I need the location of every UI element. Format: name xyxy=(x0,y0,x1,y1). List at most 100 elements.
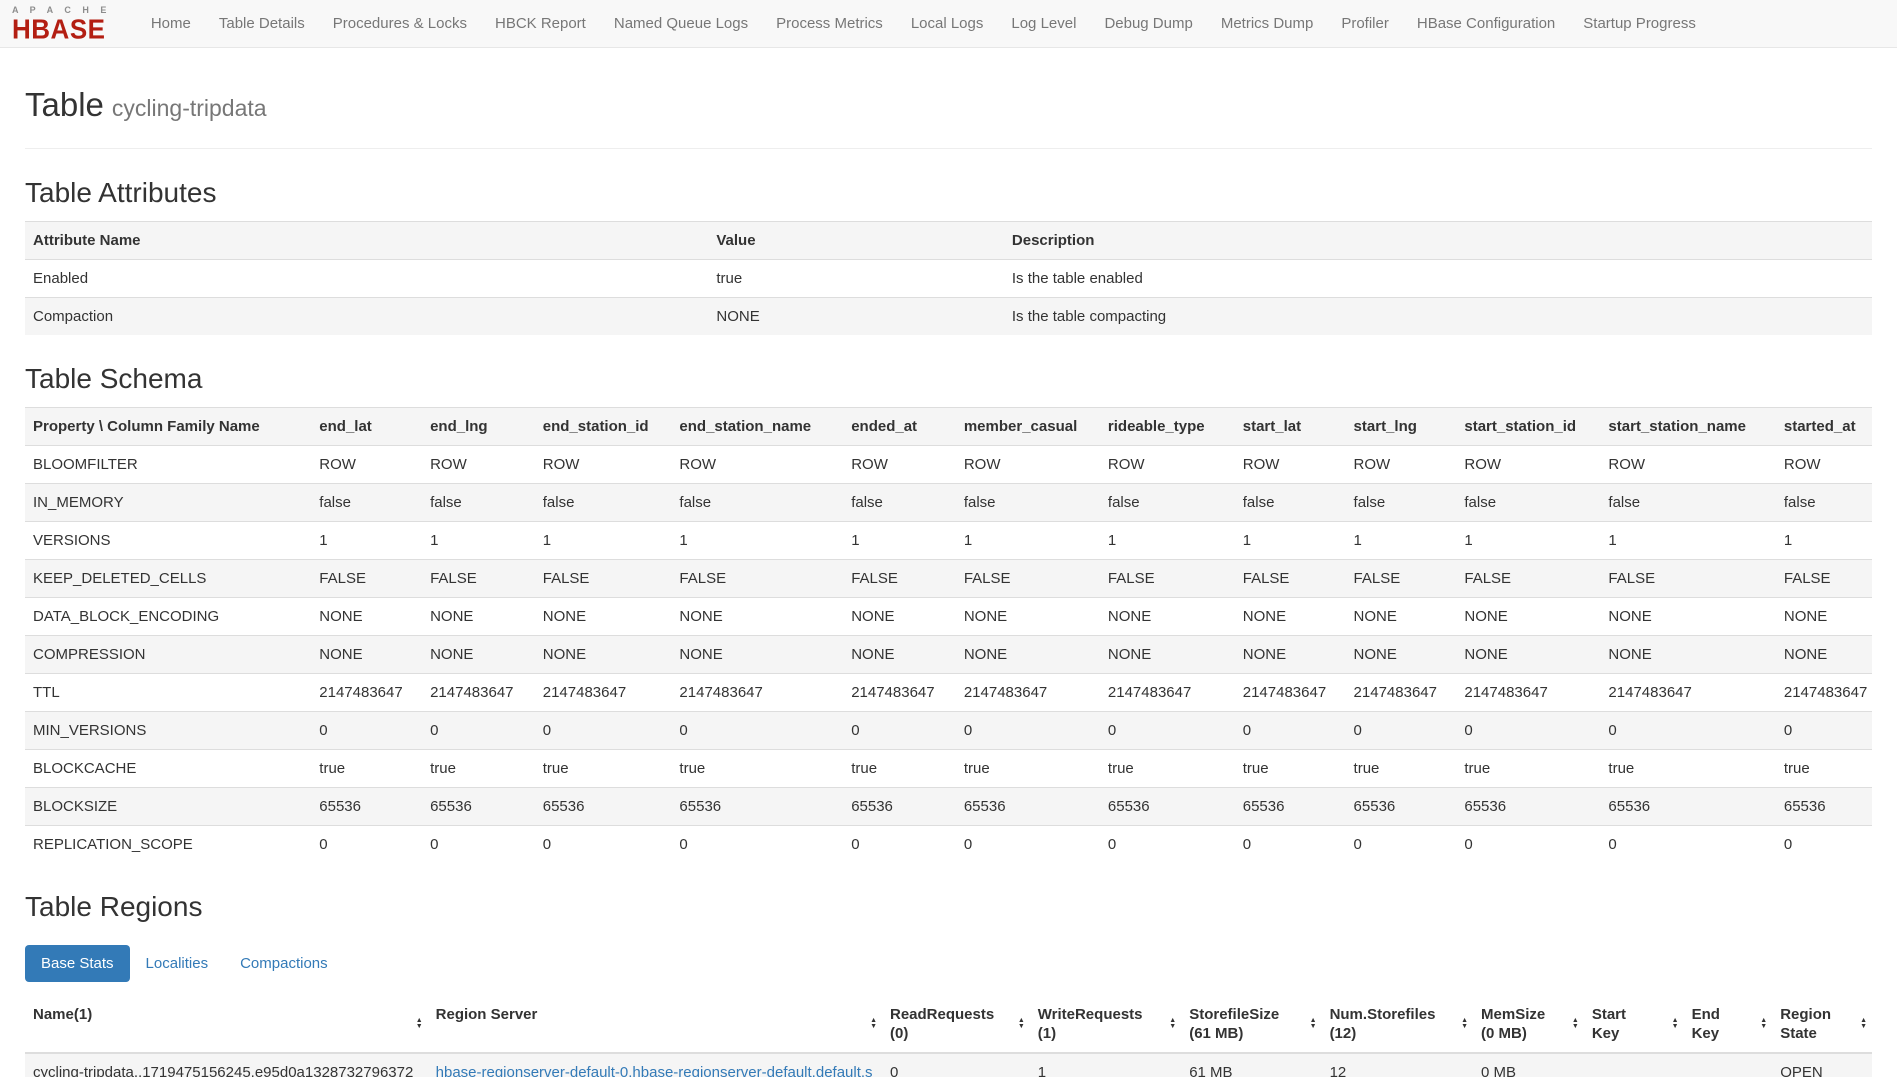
region-num-storefiles: 12 xyxy=(1322,1053,1473,1077)
regions-header-row: Name(1)▲▼Region Server▲▼ReadRequests (0)… xyxy=(25,996,1872,1053)
column-family-header: start_station_name xyxy=(1600,408,1775,446)
regions-column-header[interactable]: Start Key▲▼ xyxy=(1584,996,1684,1053)
nav-item-metrics-dump[interactable]: Metrics Dump xyxy=(1207,0,1328,48)
column-family-header: rideable_type xyxy=(1100,408,1235,446)
nav-item-debug-dump[interactable]: Debug Dump xyxy=(1090,0,1206,48)
schema-property-value: true xyxy=(843,750,956,788)
schema-property-value: 1 xyxy=(311,522,422,560)
schema-property-value: NONE xyxy=(956,598,1100,636)
region-row: cycling-tripdata,,1719475156245.e95d0a13… xyxy=(25,1053,1872,1077)
regions-column-header[interactable]: WriteRequests (1)▲▼ xyxy=(1030,996,1181,1053)
schema-property-value: true xyxy=(956,750,1100,788)
schema-property-value: false xyxy=(843,484,956,522)
attributes-column-header: Description xyxy=(1004,222,1872,260)
schema-property-value: 2147483647 xyxy=(1456,674,1600,712)
schema-property-value: 2147483647 xyxy=(671,674,843,712)
sort-icon[interactable]: ▲▼ xyxy=(1461,1018,1468,1030)
column-family-header: member_casual xyxy=(956,408,1100,446)
region-start-key xyxy=(1584,1053,1684,1077)
schema-property-value: 0 xyxy=(1600,826,1775,864)
schema-property-value: 2147483647 xyxy=(1346,674,1457,712)
sort-down-arrow: ▼ xyxy=(1572,1024,1579,1030)
sort-icon[interactable]: ▲▼ xyxy=(1018,1018,1025,1030)
sort-icon[interactable]: ▲▼ xyxy=(1169,1018,1176,1030)
schema-property-value: ROW xyxy=(1100,446,1235,484)
nav-menu: HomeTable DetailsProcedures & LocksHBCK … xyxy=(137,0,1710,48)
regions-column-header[interactable]: End Key▲▼ xyxy=(1684,996,1773,1053)
schema-corner-header: Property \ Column Family Name xyxy=(25,408,311,446)
schema-property-value: 1 xyxy=(535,522,672,560)
regions-column-header[interactable]: MemSize (0 MB)▲▼ xyxy=(1473,996,1584,1053)
schema-property-name: VERSIONS xyxy=(25,522,311,560)
schema-property-value: ROW xyxy=(1456,446,1600,484)
schema-property-value: 65536 xyxy=(1456,788,1600,826)
region-name: cycling-tripdata,,1719475156245.e95d0a13… xyxy=(25,1053,428,1077)
schema-property-value: 2147483647 xyxy=(535,674,672,712)
sort-icon[interactable]: ▲▼ xyxy=(870,1018,877,1030)
nav-item-named-queue-logs[interactable]: Named Queue Logs xyxy=(600,0,762,48)
region-server-link[interactable]: hbase-regionserver-default-0.hbase-regio… xyxy=(436,1064,873,1077)
sort-icon[interactable]: ▲▼ xyxy=(1310,1018,1317,1030)
schema-property-value: NONE xyxy=(1776,636,1872,674)
table-row: IN_MEMORYfalsefalsefalsefalsefalsefalsef… xyxy=(25,484,1872,522)
schema-property-value: FALSE xyxy=(1100,560,1235,598)
schema-property-value: true xyxy=(1346,750,1457,788)
region-state: OPEN xyxy=(1772,1053,1872,1077)
schema-property-value: FALSE xyxy=(956,560,1100,598)
schema-property-name: BLOOMFILTER xyxy=(25,446,311,484)
regions-column-header[interactable]: ReadRequests (0)▲▼ xyxy=(882,996,1030,1053)
schema-property-value: ROW xyxy=(956,446,1100,484)
schema-property-value: NONE xyxy=(843,636,956,674)
nav-item-hbase-configuration[interactable]: HBase Configuration xyxy=(1403,0,1569,48)
sort-icon[interactable]: ▲▼ xyxy=(1760,1018,1767,1030)
schema-property-value: 0 xyxy=(956,826,1100,864)
sort-icon[interactable]: ▲▼ xyxy=(416,1018,423,1030)
table-row: BLOCKSIZE6553665536655366553665536655366… xyxy=(25,788,1872,826)
regions-heading: Table Regions xyxy=(25,891,1872,923)
nav-item-profiler[interactable]: Profiler xyxy=(1327,0,1403,48)
column-family-header: started_at xyxy=(1776,408,1872,446)
schema-property-value: 65536 xyxy=(1346,788,1457,826)
schema-property-value: 0 xyxy=(843,712,956,750)
regions-column-header[interactable]: Num.Storefiles (12)▲▼ xyxy=(1322,996,1473,1053)
attributes-column-header: Attribute Name xyxy=(25,222,708,260)
regions-column-header[interactable]: Region Server▲▼ xyxy=(428,996,882,1053)
nav-item-startup-progress[interactable]: Startup Progress xyxy=(1569,0,1710,48)
nav-item-local-logs[interactable]: Local Logs xyxy=(897,0,998,48)
sort-down-arrow: ▼ xyxy=(1018,1024,1025,1030)
nav-item-home[interactable]: Home xyxy=(137,0,205,48)
schema-property-name: REPLICATION_SCOPE xyxy=(25,826,311,864)
nav-item-log-level[interactable]: Log Level xyxy=(997,0,1090,48)
regions-column-header[interactable]: StorefileSize (61 MB)▲▼ xyxy=(1181,996,1321,1053)
schema-property-value: FALSE xyxy=(1235,560,1346,598)
attribute-cell: Enabled xyxy=(25,260,708,298)
nav-item-process-metrics[interactable]: Process Metrics xyxy=(762,0,897,48)
sort-icon[interactable]: ▲▼ xyxy=(1572,1018,1579,1030)
schema-property-value: NONE xyxy=(1600,598,1775,636)
sort-icon[interactable]: ▲▼ xyxy=(1672,1018,1679,1030)
schema-property-value: true xyxy=(311,750,422,788)
schema-property-value: NONE xyxy=(671,598,843,636)
nav-item-table-details[interactable]: Table Details xyxy=(205,0,319,48)
schema-property-value: NONE xyxy=(1776,598,1872,636)
tab-localities[interactable]: Localities xyxy=(130,945,225,982)
schema-property-value: 1 xyxy=(956,522,1100,560)
regions-column-header[interactable]: Name(1)▲▼ xyxy=(25,996,428,1053)
regions-column-header[interactable]: Region State▲▼ xyxy=(1772,996,1872,1053)
schema-property-value: 65536 xyxy=(1235,788,1346,826)
schema-property-value: 0 xyxy=(671,826,843,864)
schema-property-value: 0 xyxy=(422,826,535,864)
nav-item-procedures-locks[interactable]: Procedures & Locks xyxy=(319,0,481,48)
region-mem-size: 0 MB xyxy=(1473,1053,1584,1077)
schema-property-value: 65536 xyxy=(843,788,956,826)
hbase-logo[interactable]: A P A C H E HBASE xyxy=(12,6,111,42)
schema-property-value: true xyxy=(1600,750,1775,788)
schema-property-value: NONE xyxy=(1235,598,1346,636)
schema-property-value: NONE xyxy=(535,636,672,674)
region-server-cell: hbase-regionserver-default-0.hbase-regio… xyxy=(428,1053,882,1077)
nav-item-hbck-report[interactable]: HBCK Report xyxy=(481,0,600,48)
tab-compactions[interactable]: Compactions xyxy=(224,945,344,982)
schema-property-value: 0 xyxy=(1456,712,1600,750)
tab-base-stats[interactable]: Base Stats xyxy=(25,945,130,982)
sort-icon[interactable]: ▲▼ xyxy=(1860,1018,1867,1030)
